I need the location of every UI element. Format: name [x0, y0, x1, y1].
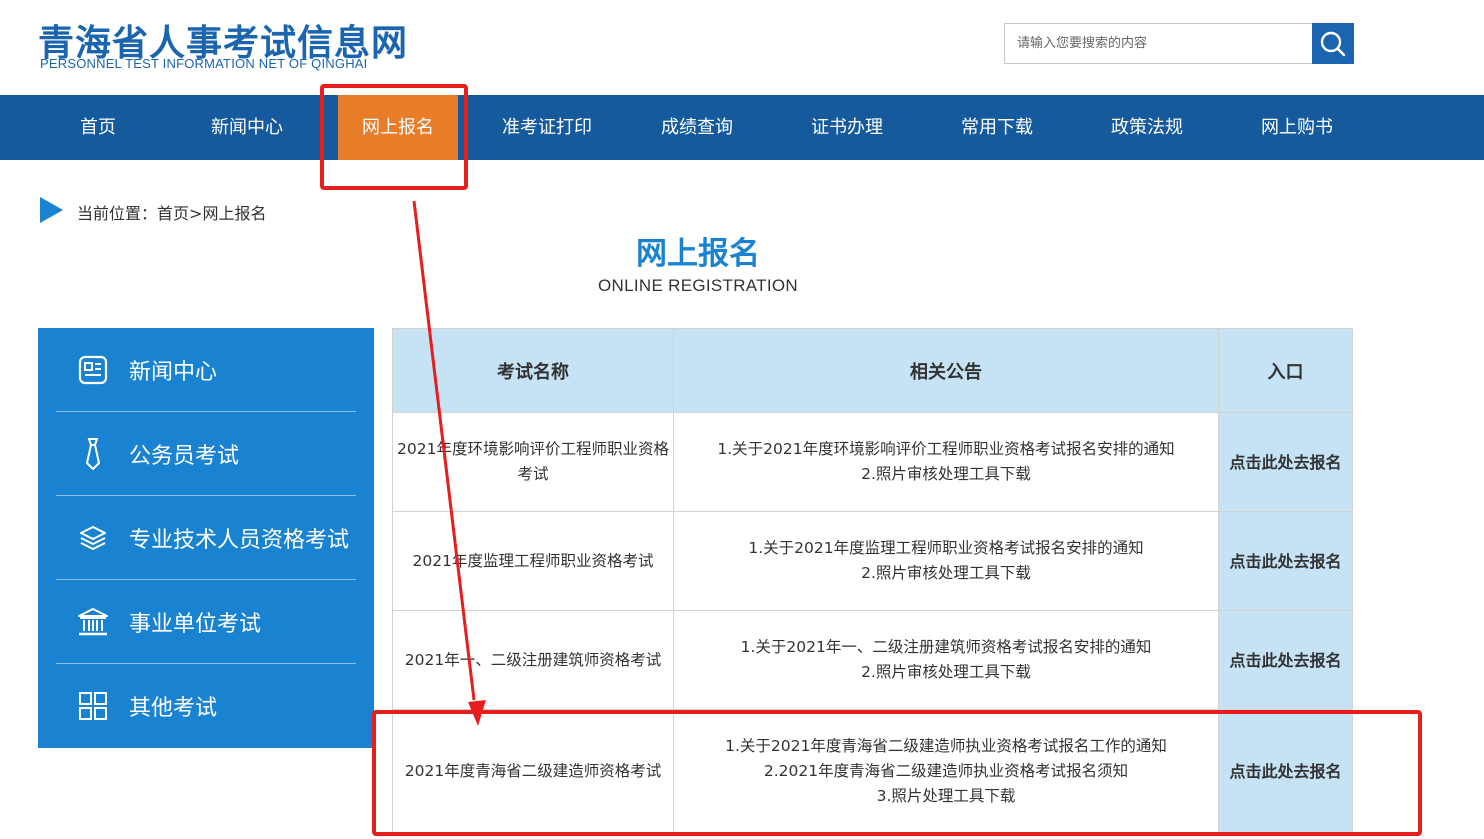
table-row: 2021年一、二级注册建筑师资格考试 1.关于2021年一、二级注册建筑师资格考… — [392, 610, 1353, 710]
sidebar-item-label: 事业单位考试 — [129, 611, 262, 637]
page-title: 网上报名 — [636, 236, 760, 272]
search-input[interactable] — [1004, 23, 1313, 64]
institution-icon — [76, 605, 110, 639]
exam-name-cell: 2021年度监理工程师职业资格考试 — [392, 511, 674, 611]
breadcrumb-current: 网上报名 — [202, 204, 267, 223]
search-icon — [1320, 31, 1346, 56]
news-icon — [76, 353, 110, 387]
nav-certificate[interactable]: 证书办理 — [787, 95, 907, 160]
nav-policies[interactable]: 政策法规 — [1087, 95, 1207, 160]
layers-icon — [76, 521, 110, 555]
nav-buy-books[interactable]: 网上购书 — [1237, 95, 1357, 160]
breadcrumb-separator: > — [189, 204, 203, 223]
notices-cell: 1.关于2021年度监理工程师职业资格考试报名安排的通知 2.照片审核处理工具下… — [673, 511, 1219, 611]
site-subtitle: PERSONNEL TEST INFORMATION NET OF QINGHA… — [40, 56, 368, 71]
column-header-exam-name: 考试名称 — [392, 328, 674, 413]
nav-home[interactable]: 首页 — [38, 95, 158, 160]
nav-downloads[interactable]: 常用下载 — [937, 95, 1057, 160]
breadcrumb: 当前位置：首页>网上报名 — [77, 200, 266, 224]
register-link[interactable]: 点击此处去报名 — [1218, 709, 1353, 834]
exam-name-cell: 2021年度环境影响评价工程师职业资格考试 — [392, 412, 674, 512]
column-header-notices: 相关公告 — [673, 328, 1219, 413]
notices-cell: 1.关于2021年度环境影响评价工程师职业资格考试报名安排的通知 2.照片审核处… — [673, 412, 1219, 512]
table-header-row: 考试名称 相关公告 入口 — [392, 328, 1353, 413]
table-row: 2021年度环境影响评价工程师职业资格考试 1.关于2021年度环境影响评价工程… — [392, 412, 1353, 512]
notice-link[interactable]: 1.关于2021年一、二级注册建筑师资格考试报名安排的通知 — [676, 635, 1216, 660]
table-row: 2021年度青海省二级建造师资格考试 1.关于2021年度青海省二级建造师执业资… — [392, 709, 1353, 834]
breadcrumb-arrow-icon — [40, 197, 63, 223]
sidebar-item-label: 公务员考试 — [129, 443, 240, 469]
notice-link[interactable]: 2.照片审核处理工具下载 — [676, 561, 1216, 586]
exam-name-cell: 2021年一、二级注册建筑师资格考试 — [392, 610, 674, 710]
table-row: 2021年度监理工程师职业资格考试 1.关于2021年度监理工程师职业资格考试报… — [392, 511, 1353, 611]
breadcrumb-home[interactable]: 首页 — [157, 204, 189, 223]
notices-cell: 1.关于2021年度青海省二级建造师执业资格考试报名工作的通知 2.2021年度… — [673, 709, 1219, 834]
nav-score-query[interactable]: 成绩查询 — [637, 95, 757, 160]
notice-link[interactable]: 2.照片审核处理工具下载 — [676, 660, 1216, 685]
main-nav: 首页 新闻中心 网上报名 准考证打印 成绩查询 证书办理 常用下载 政策法规 网… — [0, 95, 1484, 160]
nav-news[interactable]: 新闻中心 — [187, 95, 307, 160]
notice-link[interactable]: 1.关于2021年度监理工程师职业资格考试报名安排的通知 — [676, 536, 1216, 561]
sidebar-item-public-institution[interactable]: 事业单位考试 — [56, 580, 356, 664]
grid-icon — [76, 689, 110, 723]
search-button[interactable] — [1312, 23, 1354, 64]
sidebar: 新闻中心 公务员考试 专业技术人员资格考试 事业单位考试 其他考试 — [38, 328, 374, 748]
breadcrumb-prefix: 当前位置： — [77, 204, 158, 223]
sidebar-item-other-exams[interactable]: 其他考试 — [56, 664, 356, 748]
tie-icon — [76, 437, 110, 471]
notice-link[interactable]: 2.照片审核处理工具下载 — [676, 462, 1216, 487]
notices-cell: 1.关于2021年一、二级注册建筑师资格考试报名安排的通知 2.照片审核处理工具… — [673, 610, 1219, 710]
registration-table: 考试名称 相关公告 入口 2021年度环境影响评价工程师职业资格考试 1.关于2… — [392, 328, 1353, 834]
exam-name-cell: 2021年度青海省二级建造师资格考试 — [392, 709, 674, 834]
register-link[interactable]: 点击此处去报名 — [1218, 511, 1353, 611]
sidebar-item-news[interactable]: 新闻中心 — [56, 328, 356, 412]
sidebar-item-label: 新闻中心 — [129, 359, 218, 385]
register-link[interactable]: 点击此处去报名 — [1218, 412, 1353, 512]
notice-link[interactable]: 1.关于2021年度环境影响评价工程师职业资格考试报名安排的通知 — [676, 437, 1216, 462]
notice-link[interactable]: 3.照片处理工具下载 — [676, 784, 1216, 809]
sidebar-item-label: 其他考试 — [129, 696, 218, 721]
notice-link[interactable]: 2.2021年度青海省二级建造师执业资格考试报名须知 — [676, 759, 1216, 784]
column-header-entry: 入口 — [1218, 328, 1353, 413]
sidebar-item-professional-qualification[interactable]: 专业技术人员资格考试 — [56, 496, 356, 580]
page-subtitle: ONLINE REGISTRATION — [598, 276, 798, 295]
sidebar-item-label: 专业技术人员资格考试 — [129, 527, 350, 553]
nav-online-registration[interactable]: 网上报名 — [338, 95, 458, 160]
register-link[interactable]: 点击此处去报名 — [1218, 610, 1353, 710]
nav-admission-ticket[interactable]: 准考证打印 — [487, 95, 607, 160]
notice-link[interactable]: 1.关于2021年度青海省二级建造师执业资格考试报名工作的通知 — [676, 734, 1216, 759]
sidebar-item-civil-service[interactable]: 公务员考试 — [56, 412, 356, 496]
